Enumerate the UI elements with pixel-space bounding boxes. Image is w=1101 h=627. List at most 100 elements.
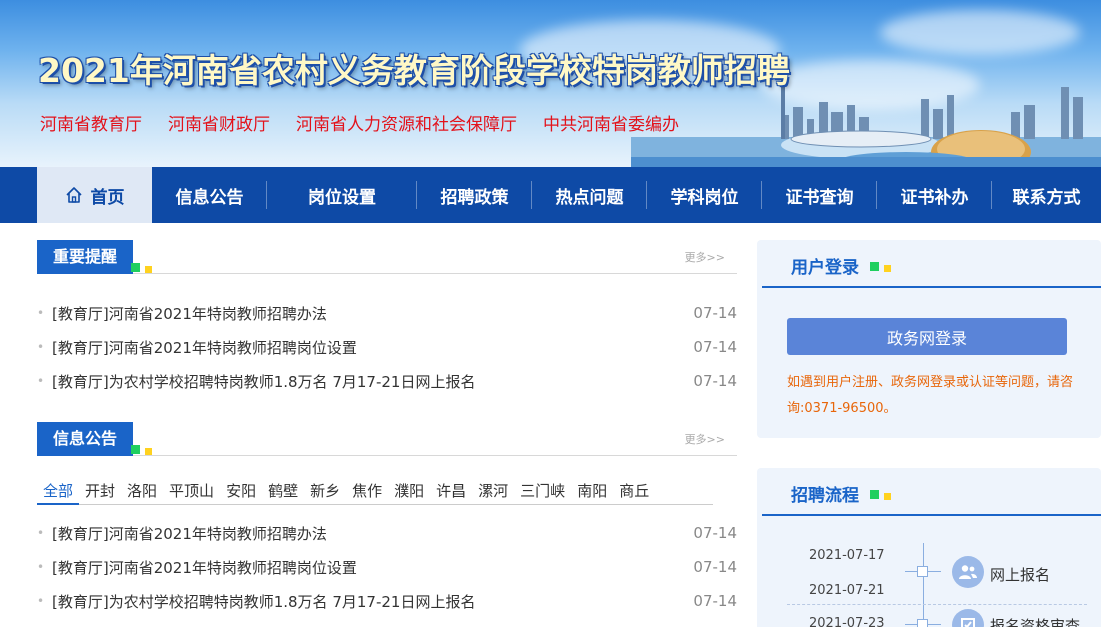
panel-title: 用户登录 — [791, 258, 859, 278]
news-title[interactable]: [教育厅]河南省2021年特岗教师招聘岗位设置 — [52, 557, 693, 578]
divider — [787, 604, 1087, 605]
decor-square — [870, 262, 879, 271]
news-title[interactable]: [教育厅]河南省2021年特岗教师招聘办法 — [52, 523, 693, 544]
city-tab[interactable]: 全部 — [37, 479, 80, 505]
decor-square — [131, 445, 140, 454]
news-title[interactable]: [教育厅]为农村学校招聘特岗教师1.8万名 7月17-21日网上报名 — [52, 591, 693, 612]
timeline-node — [917, 566, 928, 577]
news-item[interactable]: • [教育厅]为农村学校招聘特岗教师1.8万名 7月17-21日网上报名 07-… — [37, 364, 737, 398]
main-nav: 首页 信息公告 岗位设置 招聘政策 热点问题 学科岗位 证书查询 证书补办 联系… — [0, 167, 1101, 223]
nav-item-policy[interactable]: 招聘政策 — [417, 167, 532, 223]
process-date: 2021-07-21 — [809, 583, 885, 598]
cloud-decoration — [880, 10, 1080, 55]
process-date: 2021-07-23 — [809, 616, 885, 627]
nav-item-label: 证书补办 — [900, 187, 969, 208]
organizer-label: 中共河南省委编办 — [543, 115, 679, 135]
news-item[interactable]: • [教育厅]为农村学校招聘特岗教师1.8万名 7月17-21日网上报名 07-… — [37, 584, 737, 618]
process-panel: 招聘流程 2021-07-17 网上报名 2021-07-21 2021-07-… — [757, 468, 1101, 627]
important-news-list: • [教育厅]河南省2021年特岗教师招聘办法 07-14 • [教育厅]河南省… — [37, 296, 737, 398]
nav-item-hot-issues[interactable]: 热点问题 — [532, 167, 647, 223]
panel-header: 招聘流程 — [762, 468, 1101, 516]
header-banner: 2021年河南省农村义务教育阶段学校特岗教师招聘 河南省教育厅 河南省财政厅 河… — [0, 0, 1101, 167]
city-tab[interactable]: 焦作 — [346, 479, 388, 505]
nav-item-label: 首页 — [90, 187, 125, 208]
news-date: 07-14 — [693, 372, 737, 390]
city-tab[interactable]: 开封 — [79, 479, 121, 505]
bullet-icon: • — [37, 594, 45, 608]
city-tab[interactable]: 洛阳 — [121, 479, 163, 505]
nav-item-label: 学科岗位 — [670, 187, 739, 208]
gov-login-button[interactable]: 政务网登录 — [787, 318, 1067, 355]
news-item[interactable]: • [教育厅]河南省2021年特岗教师招聘岗位设置 07-14 — [37, 550, 737, 584]
decor-square — [884, 265, 891, 272]
news-date: 07-14 — [693, 304, 737, 322]
decor-square — [131, 263, 140, 272]
nav-item-label: 岗位设置 — [308, 187, 376, 208]
bullet-icon: • — [37, 560, 45, 574]
panel-header: 用户登录 — [762, 240, 1101, 288]
home-icon — [65, 187, 82, 203]
process-step[interactable]: 网上报名 — [990, 564, 1050, 585]
nav-item-label: 联系方式 — [1012, 187, 1081, 208]
nav-item-cert-query[interactable]: 证书查询 — [762, 167, 877, 223]
news-date: 07-14 — [693, 338, 737, 356]
nav-item-positions[interactable]: 岗位设置 — [267, 167, 417, 223]
nav-item-label: 热点问题 — [555, 187, 624, 208]
nav-item-contact[interactable]: 联系方式 — [992, 167, 1101, 223]
bullet-icon: • — [37, 306, 45, 320]
organizer-list: 河南省教育厅 河南省财政厅 河南省人力资源和社会保障厅 中共河南省委编办 — [40, 110, 679, 135]
nav-item-label: 证书查询 — [785, 187, 854, 208]
more-link[interactable]: 更多>> — [685, 431, 725, 447]
city-tab[interactable]: 许昌 — [430, 479, 472, 505]
decor-square — [884, 493, 891, 500]
bullet-icon: • — [37, 526, 45, 540]
process-step[interactable]: 报名资格审查 — [990, 615, 1080, 627]
news-item[interactable]: • [教育厅]河南省2021年特岗教师招聘岗位设置 07-14 — [37, 330, 737, 364]
news-title[interactable]: [教育厅]河南省2021年特岗教师招聘岗位设置 — [52, 337, 693, 358]
news-date: 07-14 — [693, 592, 737, 610]
page-title: 2021年河南省农村义务教育阶段学校特岗教师招聘 — [38, 51, 790, 90]
timeline-line — [923, 543, 924, 627]
process-date: 2021-07-17 — [809, 548, 885, 563]
city-tab[interactable]: 鹤壁 — [262, 479, 304, 505]
news-title[interactable]: [教育厅]河南省2021年特岗教师招聘办法 — [52, 303, 693, 324]
notices-section-header: 信息公告 更多>> — [37, 422, 737, 456]
decor-square — [870, 490, 879, 499]
news-item[interactable]: • [教育厅]河南省2021年特岗教师招聘办法 07-14 — [37, 516, 737, 550]
section-title: 重要提醒 — [37, 240, 134, 274]
bullet-icon: • — [37, 340, 45, 354]
city-tab[interactable]: 漯河 — [472, 479, 514, 505]
nav-item-cert-reissue[interactable]: 证书补办 — [877, 167, 992, 223]
notices-news-list: • [教育厅]河南省2021年特岗教师招聘办法 07-14 • [教育厅]河南省… — [37, 516, 737, 618]
news-title[interactable]: [教育厅]为农村学校招聘特岗教师1.8万名 7月17-21日网上报名 — [52, 371, 693, 392]
news-item[interactable]: • [教育厅]河南省2021年特岗教师招聘办法 07-14 — [37, 296, 737, 330]
decor-square — [145, 266, 152, 273]
organizer-label: 河南省教育厅 — [40, 115, 142, 135]
user-group-icon — [952, 556, 984, 588]
panel-title: 招聘流程 — [791, 486, 859, 506]
review-icon — [952, 609, 984, 627]
city-tab[interactable]: 平顶山 — [163, 479, 220, 505]
city-tab[interactable]: 新乡 — [304, 479, 346, 505]
nav-item-label: 信息公告 — [175, 187, 244, 208]
login-panel: 用户登录 政务网登录 如遇到用户注册、政务网登录或认证等问题，请咨询:0371-… — [757, 240, 1101, 438]
city-tab[interactable]: 濮阳 — [388, 479, 430, 505]
more-link[interactable]: 更多>> — [685, 249, 725, 265]
bullet-icon: • — [37, 374, 45, 388]
city-tab[interactable]: 安阳 — [220, 479, 262, 505]
news-date: 07-14 — [693, 558, 737, 576]
important-section-header: 重要提醒 更多>> — [37, 240, 737, 274]
organizer-label: 河南省人力资源和社会保障厅 — [296, 115, 517, 135]
section-title: 信息公告 — [37, 422, 134, 456]
city-tab[interactable]: 三门峡 — [514, 479, 571, 505]
nav-item-subjects[interactable]: 学科岗位 — [647, 167, 762, 223]
nav-item-notices[interactable]: 信息公告 — [152, 167, 267, 223]
nav-item-home[interactable]: 首页 — [37, 167, 152, 223]
decor-square — [145, 448, 152, 455]
city-tab[interactable]: 商丘 — [613, 479, 655, 505]
login-help-note: 如遇到用户注册、政务网登录或认证等问题，请咨询:0371-96500。 — [787, 375, 1074, 416]
news-date: 07-14 — [693, 524, 737, 542]
organizer-label: 河南省财政厅 — [168, 115, 270, 135]
city-tab[interactable]: 南阳 — [571, 479, 613, 505]
